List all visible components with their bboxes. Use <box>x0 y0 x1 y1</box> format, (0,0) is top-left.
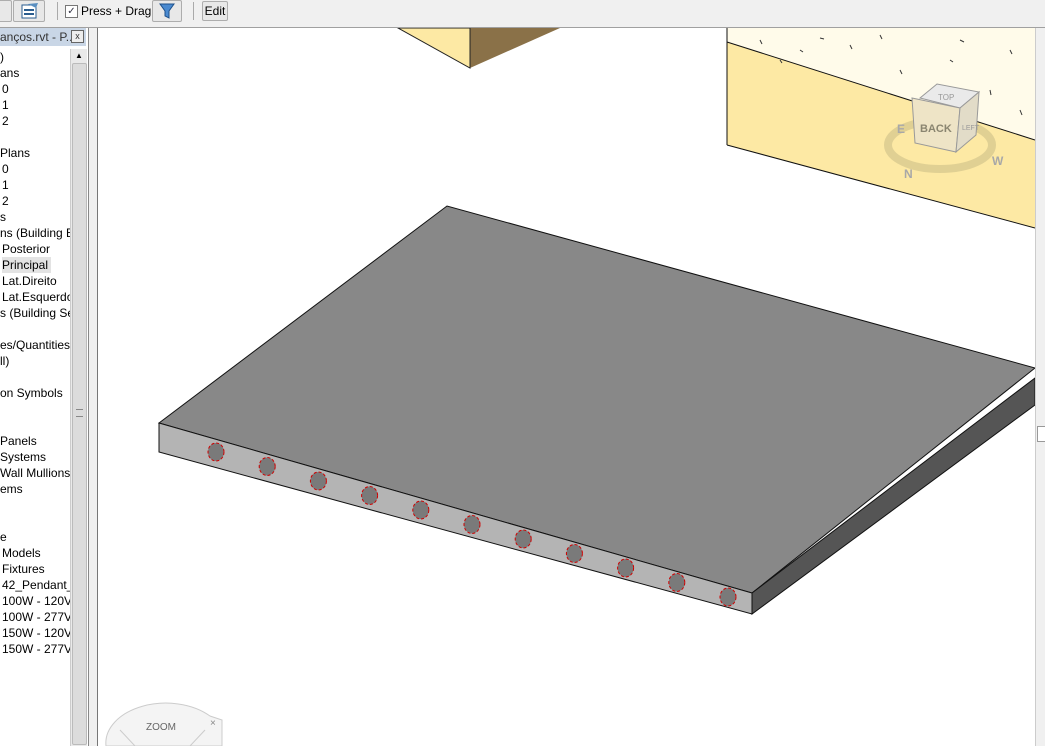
slab-hole[interactable] <box>668 573 686 592</box>
slab-hole[interactable] <box>565 544 583 563</box>
tree-item[interactable]: 100W - 277V <box>2 609 70 625</box>
tree-item[interactable]: 150W - 120V <box>2 625 70 641</box>
tree-item[interactable]: 42_Pendant_Li <box>2 577 70 593</box>
toolbar-button[interactable] <box>0 0 12 22</box>
edit-button[interactable]: Edit <box>202 1 228 21</box>
browser-scrollbar[interactable]: ▲ <box>70 49 87 746</box>
tree-item[interactable]: Lat.Esquerdo <box>2 289 70 305</box>
tree-item[interactable]: on Symbols <box>0 385 63 401</box>
viewcube-back-label: BACK <box>920 123 952 135</box>
slab-hole[interactable] <box>514 529 532 549</box>
filter-icon <box>159 3 175 19</box>
properties-button[interactable] <box>13 0 45 22</box>
tree-item[interactable]: ems <box>0 481 23 497</box>
tree-item[interactable]: 1 <box>2 177 9 193</box>
project-browser: anços.rvt - P... x ) ans 0 1 2 Plans 0 1 2 s ns (B… <box>0 28 89 746</box>
compass-west[interactable]: W <box>992 154 1004 168</box>
checkbox-icon[interactable]: ✓ <box>65 4 78 18</box>
viewcube-top-label: TOP <box>938 93 954 102</box>
tree-item[interactable]: 150W - 277V <box>2 641 70 657</box>
tree-item[interactable]: Plans <box>0 145 30 161</box>
slab-hole[interactable] <box>617 558 635 578</box>
slab-hole[interactable] <box>719 587 737 607</box>
wall-top-left <box>396 28 560 69</box>
close-icon[interactable]: x <box>71 30 84 43</box>
tree-item[interactable]: ans <box>0 65 19 81</box>
tree-item[interactable]: 100W - 120V <box>2 593 70 609</box>
press-drag-label: Press + Drag <box>81 4 152 18</box>
slab-hole[interactable] <box>207 442 225 462</box>
viewport-scrollbar[interactable] <box>1035 28 1045 746</box>
zoom-label[interactable]: ZOOM <box>146 722 176 733</box>
toolbar: ✓ Press + Drag Edit <box>0 0 1045 28</box>
browser-title-text: anços.rvt - P... <box>0 30 76 44</box>
floor-slab[interactable] <box>157 205 1035 615</box>
tree-item[interactable]: Wall Mullions <box>0 465 70 481</box>
tree-item[interactable]: ns (Building Ele <box>0 225 70 241</box>
browser-tree: )ans012Plans012sns (Building ElePosterio… <box>0 49 70 746</box>
wall-top-right <box>726 28 1035 229</box>
tree-item[interactable]: Systems <box>0 449 46 465</box>
tree-item[interactable]: s (Building Sect <box>0 305 70 321</box>
tree-item[interactable]: Panels <box>0 433 37 449</box>
tree-item[interactable]: ll) <box>0 353 9 369</box>
slab-hole[interactable] <box>309 471 327 491</box>
slab-top-face <box>157 205 1035 594</box>
tree-item[interactable]: Posterior <box>2 241 50 257</box>
viewcube-left-label: LEFT <box>962 125 980 132</box>
tree-item[interactable]: s <box>0 209 6 225</box>
tree-item[interactable]: Lat.Direito <box>2 273 57 289</box>
3d-viewport[interactable]: E N W TOP BACK LEFT ZOOM × <box>98 28 1035 746</box>
tree-item[interactable]: 0 <box>2 161 9 177</box>
slab-hole[interactable] <box>463 515 481 534</box>
tree-item[interactable]: 1 <box>2 97 9 113</box>
tree-item[interactable]: 2 <box>2 113 9 129</box>
tree-item[interactable]: Models <box>2 545 41 561</box>
scroll-up-icon[interactable]: ▲ <box>71 49 87 63</box>
splitter[interactable] <box>89 28 98 746</box>
scrollbar-thumb[interactable] <box>72 63 87 745</box>
compass-east[interactable]: E <box>897 122 905 136</box>
close-icon[interactable]: × <box>210 718 216 729</box>
tree-item[interactable]: Principal <box>2 257 52 273</box>
slab-hole[interactable] <box>412 500 430 520</box>
tree-item[interactable]: es/Quantities <box>0 337 70 353</box>
tree-item[interactable]: Fixtures <box>2 561 45 577</box>
project-browser-title: anços.rvt - P... x <box>0 28 86 46</box>
press-drag-toggle[interactable]: ✓ Press + Drag <box>65 4 151 18</box>
filter-button[interactable] <box>152 0 182 22</box>
tree-item[interactable]: ) <box>0 49 4 65</box>
slab-hole[interactable] <box>361 486 379 505</box>
tree-item[interactable]: 0 <box>2 81 9 97</box>
properties-icon <box>21 3 38 19</box>
slab-hole[interactable] <box>258 457 276 476</box>
tree-item[interactable]: e <box>0 529 7 545</box>
tree-item[interactable]: 2 <box>2 193 9 209</box>
compass-north[interactable]: N <box>904 167 913 181</box>
navigation-wheel[interactable]: ZOOM × <box>105 702 223 746</box>
